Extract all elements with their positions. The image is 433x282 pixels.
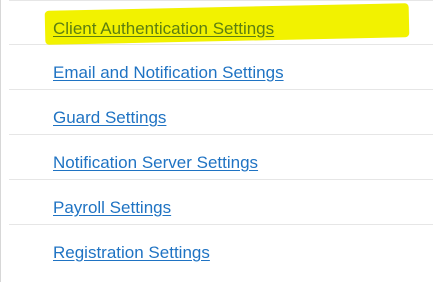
menu-item-client-authentication-settings: Client Authentication Settings <box>9 0 433 45</box>
guard-settings-link[interactable]: Guard Settings <box>53 108 166 128</box>
client-authentication-settings-link[interactable]: Client Authentication Settings <box>53 19 274 39</box>
email-and-notification-settings-link[interactable]: Email and Notification Settings <box>53 63 284 83</box>
registration-settings-link[interactable]: Registration Settings <box>53 243 210 263</box>
settings-menu-list: Client Authentication Settings Email and… <box>9 0 433 270</box>
menu-item-guard-settings: Guard Settings <box>9 90 433 135</box>
left-border <box>0 0 1 282</box>
menu-item-email-and-notification-settings: Email and Notification Settings <box>9 45 433 90</box>
menu-item-notification-server-settings: Notification Server Settings <box>9 135 433 180</box>
settings-menu-panel: Client Authentication Settings Email and… <box>0 0 433 282</box>
notification-server-settings-link[interactable]: Notification Server Settings <box>53 153 258 173</box>
menu-item-payroll-settings: Payroll Settings <box>9 180 433 225</box>
menu-item-registration-settings: Registration Settings <box>9 225 433 270</box>
payroll-settings-link[interactable]: Payroll Settings <box>53 198 171 218</box>
